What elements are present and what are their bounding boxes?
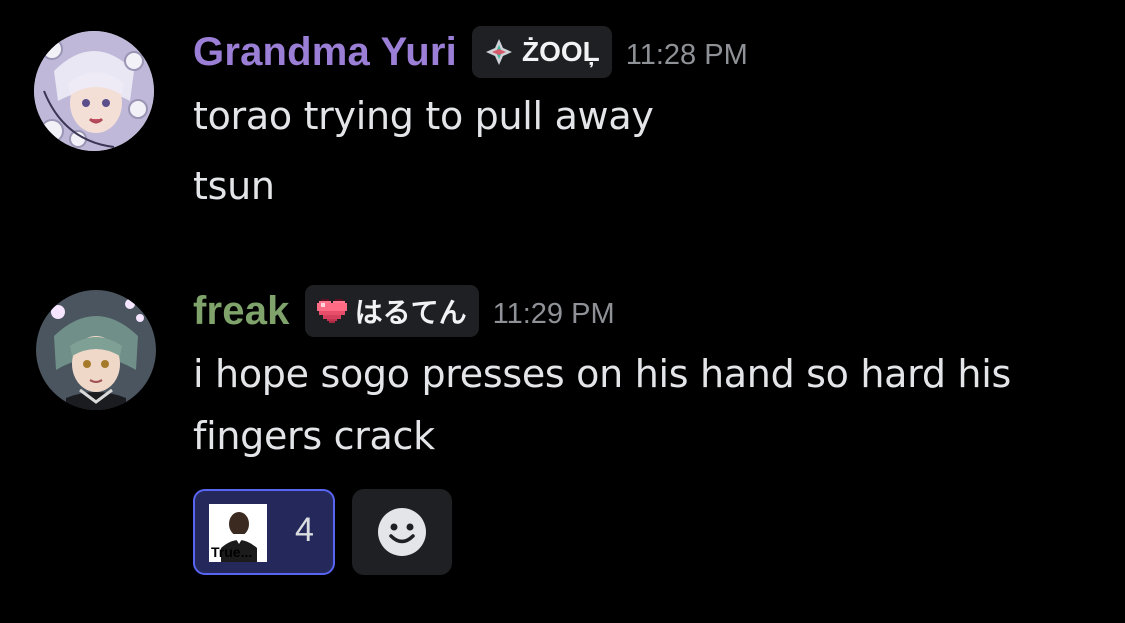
diamond-sparkle-icon [485, 39, 512, 65]
message-text: tsun [193, 164, 275, 208]
user-avatar[interactable] [34, 31, 154, 151]
reaction-button[interactable]: True... 4 [193, 489, 335, 575]
message-header: Grandma Yuri ŻOOĻ 11:28 PM [193, 26, 748, 78]
message-text: i hope sogo presses on his hand so hard … [193, 352, 1011, 396]
username[interactable]: freak [193, 289, 290, 334]
reaction-emoji-label: True... [211, 544, 253, 560]
server-tag[interactable]: はるてん [304, 285, 479, 337]
timestamp[interactable]: 11:28 PM [626, 39, 748, 72]
message-header: freak はるてん 11:29 PM [193, 285, 615, 337]
user-avatar[interactable] [36, 290, 156, 410]
pixel-heart-icon [316, 299, 347, 323]
message-text: fingers crack [193, 414, 435, 458]
server-tag[interactable]: ŻOOĻ [471, 26, 612, 78]
message-text: torao trying to pull away [193, 94, 654, 138]
reaction-count: 4 [295, 511, 314, 549]
server-tag-label: はるてん [354, 297, 467, 328]
smiley-face-icon [378, 508, 426, 556]
reaction-emoji: True... [209, 504, 267, 562]
add-reaction-button[interactable] [352, 489, 452, 575]
timestamp[interactable]: 11:29 PM [493, 298, 615, 331]
username[interactable]: Grandma Yuri [193, 30, 457, 75]
server-tag-label: ŻOOĻ [521, 36, 600, 67]
